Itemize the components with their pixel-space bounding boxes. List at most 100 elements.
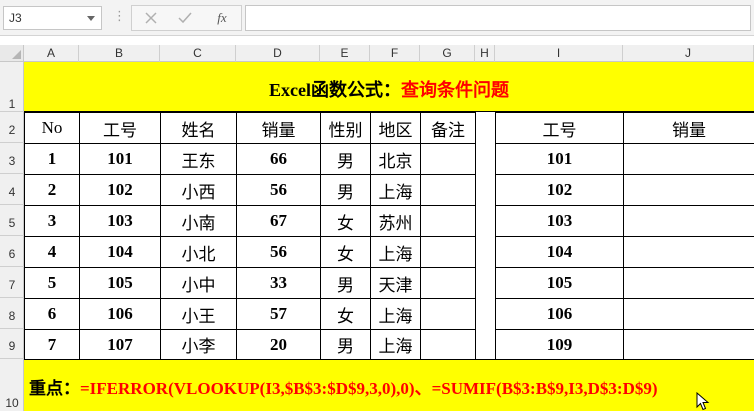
cell-sales[interactable]: 56 (236, 174, 321, 206)
cell-name[interactable]: 王东 (160, 143, 237, 175)
cell-sales[interactable] (623, 174, 754, 206)
insert-function-icon[interactable]: fx (207, 6, 237, 30)
cell-region[interactable]: 上海 (370, 174, 421, 206)
cell-id[interactable]: 102 (495, 174, 624, 206)
cell-sales[interactable]: 33 (236, 267, 321, 299)
cell-sales[interactable] (623, 329, 754, 360)
cell-note[interactable] (420, 298, 476, 330)
cell-id[interactable]: 103 (79, 205, 161, 237)
column-header-c[interactable]: C (160, 45, 236, 62)
cell-sales[interactable]: 66 (236, 143, 321, 175)
cancel-icon[interactable] (136, 6, 166, 30)
cell-no[interactable]: 5 (24, 267, 80, 299)
cell-id[interactable]: 101 (79, 143, 161, 175)
cell-region[interactable]: 天津 (370, 267, 421, 299)
cell-sales[interactable]: 20 (236, 329, 321, 360)
cell-region[interactable]: 上海 (370, 329, 421, 360)
row-header-9[interactable]: 9 (0, 329, 24, 359)
cell-region[interactable]: 北京 (370, 143, 421, 175)
row-header-10[interactable]: 10 (0, 359, 24, 411)
cell-id[interactable]: 103 (495, 205, 624, 237)
more-options-icon[interactable]: ⋮ (113, 9, 126, 25)
cell-sales[interactable]: 57 (236, 298, 321, 330)
cell-no[interactable]: 4 (24, 236, 80, 268)
cell-sales[interactable] (623, 143, 754, 175)
cell-id[interactable]: 104 (495, 236, 624, 268)
column-header-f[interactable]: F (370, 45, 420, 62)
cell-name[interactable]: 小北 (160, 236, 237, 268)
column-header-j[interactable]: J (623, 45, 754, 62)
name-box[interactable]: J3 (3, 6, 102, 30)
cell-no[interactable]: 7 (24, 329, 80, 360)
row-header-1[interactable]: 1 (0, 62, 24, 112)
column-header-e[interactable]: E (320, 45, 370, 62)
header-sales[interactable]: 销量 (623, 112, 754, 144)
cell-id[interactable]: 102 (79, 174, 161, 206)
confirm-icon[interactable] (170, 6, 200, 30)
cell-sales[interactable] (623, 236, 754, 268)
cell-note[interactable] (420, 236, 476, 268)
cell-id[interactable]: 106 (79, 298, 161, 330)
header-sales[interactable]: 销量 (236, 112, 321, 144)
cell-gender[interactable]: 女 (320, 298, 371, 330)
cell-gender[interactable]: 女 (320, 205, 371, 237)
row-header-2[interactable]: 2 (0, 112, 24, 143)
row-header-7[interactable]: 7 (0, 267, 24, 298)
cell-gender[interactable]: 男 (320, 267, 371, 299)
column-header-i[interactable]: I (495, 45, 623, 62)
cell-name[interactable]: 小李 (160, 329, 237, 360)
formula-input[interactable] (245, 5, 751, 31)
column-header-h[interactable]: H (475, 45, 495, 62)
cell-id[interactable]: 105 (79, 267, 161, 299)
cell-sales[interactable] (623, 267, 754, 299)
cell-no[interactable]: 2 (24, 174, 80, 206)
cell-sales[interactable] (623, 298, 754, 330)
cell-gender[interactable]: 男 (320, 174, 371, 206)
header-no[interactable]: No (24, 112, 80, 144)
cell-id[interactable]: 109 (495, 329, 624, 360)
row-header-6[interactable]: 6 (0, 236, 24, 267)
cell-region[interactable]: 上海 (370, 298, 421, 330)
chevron-down-icon[interactable] (87, 16, 95, 21)
row-header-3[interactable]: 3 (0, 143, 24, 174)
cell-name[interactable]: 小西 (160, 174, 237, 206)
cell-id[interactable]: 105 (495, 267, 624, 299)
cell-region[interactable]: 上海 (370, 236, 421, 268)
cell-note[interactable] (420, 143, 476, 175)
footer-band[interactable]: 重点：=IFERROR(VLOOKUP(I3,$B$3:$D$9,3,0),0)… (24, 359, 754, 411)
cell-id[interactable]: 104 (79, 236, 161, 268)
column-header-g[interactable]: G (420, 45, 475, 62)
header-note[interactable]: 备注 (420, 112, 476, 144)
cell-note[interactable] (420, 267, 476, 299)
row-header-4[interactable]: 4 (0, 174, 24, 205)
cell-region[interactable]: 苏州 (370, 205, 421, 237)
cell-no[interactable]: 3 (24, 205, 80, 237)
cell-id[interactable]: 107 (79, 329, 161, 360)
cell-name[interactable]: 小中 (160, 267, 237, 299)
cell-name[interactable]: 小南 (160, 205, 237, 237)
cell-id[interactable]: 106 (495, 298, 624, 330)
cell-gender[interactable]: 女 (320, 236, 371, 268)
column-header-b[interactable]: B (79, 45, 160, 62)
cell-note[interactable] (420, 174, 476, 206)
cell-note[interactable] (420, 329, 476, 360)
cell-sales[interactable]: 67 (236, 205, 321, 237)
column-header-a[interactable]: A (24, 45, 79, 62)
row-header-8[interactable]: 8 (0, 298, 24, 329)
header-id[interactable]: 工号 (495, 112, 624, 144)
title-band[interactable]: Excel函数公式：查询条件问题 (24, 62, 754, 112)
column-header-d[interactable]: D (236, 45, 320, 62)
header-name[interactable]: 姓名 (160, 112, 237, 144)
header-id[interactable]: 工号 (79, 112, 161, 144)
cell-no[interactable]: 1 (24, 143, 80, 175)
cell-sales[interactable] (623, 205, 754, 237)
cell-id[interactable]: 101 (495, 143, 624, 175)
cell-name[interactable]: 小王 (160, 298, 237, 330)
header-region[interactable]: 地区 (370, 112, 421, 144)
cell-note[interactable] (420, 205, 476, 237)
row-header-5[interactable]: 5 (0, 205, 24, 236)
cell-no[interactable]: 6 (24, 298, 80, 330)
cell-sales[interactable]: 56 (236, 236, 321, 268)
cell-gender[interactable]: 男 (320, 143, 371, 175)
select-all-button[interactable] (0, 45, 24, 62)
